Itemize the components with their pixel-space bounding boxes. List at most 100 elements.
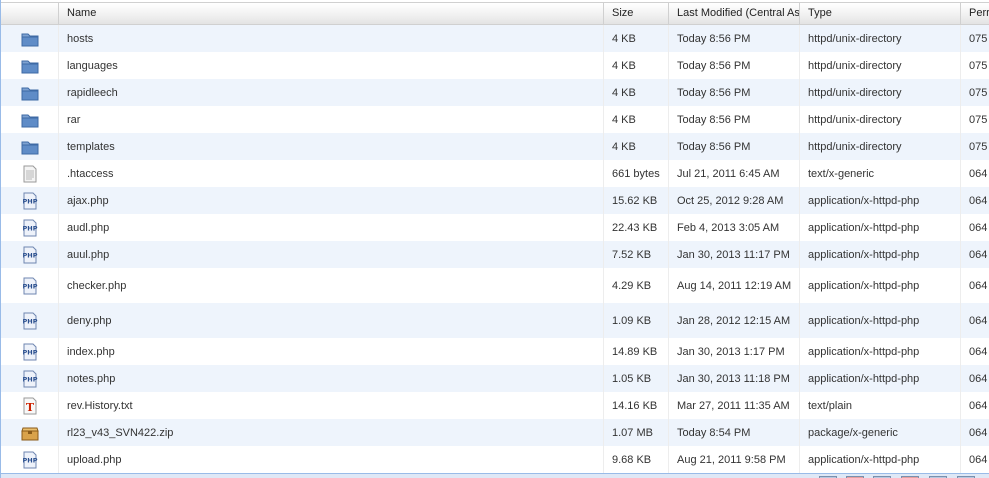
file-permissions: 064 [969, 221, 988, 234]
file-name[interactable]: checker.php [59, 268, 604, 303]
file-type: application/x-httpd-php [800, 214, 961, 241]
file-name[interactable]: deny.php [59, 303, 604, 338]
table-row[interactable]: templates 4 KB Today 8:56 PM httpd/unix-dir… [1, 133, 989, 160]
file-modified: Oct 25, 2012 9:28 AM [669, 187, 800, 214]
table-row[interactable]: PHP auul.php 7.52 KB Jan 30, 2013 11:17 PM a… [1, 241, 989, 268]
file-type: application/x-httpd-php [800, 268, 961, 303]
table-row[interactable]: PHP index.php 14.89 KB Jan 30, 2013 1:17 PM… [1, 338, 989, 365]
file-permissions: 075 [969, 113, 988, 126]
file-name[interactable]: languages [59, 52, 604, 79]
table-row[interactable]: PHP ajax.php 15.62 KB Oct 25, 2012 9:28 AM a… [1, 187, 989, 214]
file-size: 15.62 KB [604, 187, 669, 214]
file-modified: Today 8:56 PM [669, 79, 800, 106]
table-row[interactable]: Trev.History.txt 14.16 KB Mar 27, 2011 11:… [1, 392, 989, 419]
header-icon-column[interactable] [1, 3, 59, 24]
header-type[interactable]: Type [800, 3, 961, 24]
file-size: 4 KB [604, 106, 669, 133]
table-row[interactable]: rapidleech 4 KB Today 8:56 PM httpd/unix-di… [1, 79, 989, 106]
file-size: 4 KB [604, 25, 669, 52]
table-row[interactable]: PHP checker.php 4.29 KB Aug 14, 2011 12:19 … [1, 268, 989, 303]
file-permissions: 064 [969, 248, 988, 261]
table-row[interactable]: PHP deny.php 1.09 KB Jan 28, 2012 12:15 AM a… [1, 303, 989, 338]
file-type: httpd/unix-directory [800, 52, 961, 79]
file-name[interactable]: rapidleech [59, 79, 604, 106]
file-modified: Jan 30, 2013 11:17 PM [669, 241, 800, 268]
php-file-icon: PHP [1, 268, 59, 303]
file-modified: Aug 14, 2011 12:19 AM [669, 268, 800, 303]
generic-file-icon [1, 160, 59, 187]
file-name[interactable]: auul.php [59, 241, 604, 268]
file-modified: Today 8:56 PM [669, 52, 800, 79]
php-file-icon: PHP [1, 303, 59, 338]
file-size: 4 KB [604, 52, 669, 79]
table-row[interactable]: PHP notes.php 1.05 KB Jan 30, 2013 11:18 PM… [1, 365, 989, 392]
file-modified: Jul 21, 2011 6:45 AM [669, 160, 800, 187]
file-permissions: 064 [969, 345, 988, 358]
file-name[interactable]: .htaccess [59, 160, 604, 187]
file-modified: Feb 4, 2013 3:05 AM [669, 214, 800, 241]
file-permissions: 064 [969, 453, 988, 466]
file-size: 4 KB [604, 79, 669, 106]
file-size: 22.43 KB [604, 214, 669, 241]
table-row[interactable]: languages 4 KB Today 8:56 PM httpd/unix-dir… [1, 52, 989, 79]
table-row[interactable]: PHP upload.php 9.68 KB Aug 21, 2011 9:58 PM… [1, 446, 989, 473]
file-name[interactable]: upload.php [59, 446, 604, 473]
file-modified: Aug 21, 2011 9:58 PM [669, 446, 800, 473]
file-name[interactable]: rl23_v43_SVN422.zip [59, 419, 604, 446]
file-permissions: 064 [969, 167, 988, 180]
file-modified: Jan 30, 2013 11:18 PM [669, 365, 800, 392]
table-row[interactable]: hosts 4 KB Today 8:56 PM httpd/unix-directo… [1, 25, 989, 52]
file-modified: Today 8:54 PM [669, 419, 800, 446]
file-name[interactable]: index.php [59, 338, 604, 365]
file-modified: Today 8:56 PM [669, 106, 800, 133]
svg-text:PHP: PHP [22, 317, 37, 325]
file-type: application/x-httpd-php [800, 446, 961, 473]
file-type: application/x-httpd-php [800, 365, 961, 392]
php-file-icon: PHP [1, 187, 59, 214]
file-permissions: 064 [969, 194, 988, 207]
file-permissions: 064 [969, 279, 988, 292]
file-permissions: 075 [969, 86, 988, 99]
file-size: 4 KB [604, 133, 669, 160]
file-modified: Jan 30, 2013 1:17 PM [669, 338, 800, 365]
php-file-icon: PHP [1, 214, 59, 241]
file-size: 4.29 KB [604, 268, 669, 303]
file-modified: Today 8:56 PM [669, 133, 800, 160]
file-permissions: 075 [969, 59, 988, 72]
file-type: httpd/unix-directory [800, 106, 961, 133]
file-type: text/x-generic [800, 160, 961, 187]
header-last-modified[interactable]: Last Modified (Central As [669, 3, 800, 24]
file-name[interactable]: ajax.php [59, 187, 604, 214]
file-type: application/x-httpd-php [800, 338, 961, 365]
table-row[interactable]: rar 4 KB Today 8:56 PM httpd/unix-directory… [1, 106, 989, 133]
file-name[interactable]: hosts [59, 25, 604, 52]
header-size[interactable]: Size [604, 3, 669, 24]
table-row[interactable]: PHP audl.php 22.43 KB Feb 4, 2013 3:05 AM ap… [1, 214, 989, 241]
file-modified: Mar 27, 2011 11:35 AM [669, 392, 800, 419]
file-name[interactable]: rev.History.txt [59, 392, 604, 419]
file-permissions: 064 [969, 426, 988, 439]
file-name[interactable]: rar [59, 106, 604, 133]
svg-text:T: T [25, 401, 34, 414]
file-size: 14.89 KB [604, 338, 669, 365]
table-row[interactable]: .htaccess 661 bytes Jul 21, 2011 6:45 AM te… [1, 160, 989, 187]
file-modified: Jan 28, 2012 12:15 AM [669, 303, 800, 338]
file-list-grid: Name Size Last Modified (Central As Type… [0, 0, 989, 478]
text-file-icon: T [1, 392, 59, 419]
file-type: application/x-httpd-php [800, 241, 961, 268]
folder-icon [1, 25, 59, 52]
svg-text:PHP: PHP [22, 224, 37, 232]
file-name[interactable]: audl.php [59, 214, 604, 241]
file-size: 1.09 KB [604, 303, 669, 338]
file-permissions: 064 [969, 314, 988, 327]
file-name[interactable]: notes.php [59, 365, 604, 392]
file-name[interactable]: templates [59, 133, 604, 160]
header-name[interactable]: Name [59, 3, 604, 24]
file-modified: Today 8:56 PM [669, 25, 800, 52]
svg-text:PHP: PHP [22, 197, 37, 205]
header-permissions[interactable]: Perr [961, 3, 989, 24]
php-file-icon: PHP [1, 365, 59, 392]
package-icon [1, 419, 59, 446]
php-file-icon: PHP [1, 446, 59, 473]
table-row[interactable]: rl23_v43_SVN422.zip 1.07 MB Today 8:54 PM p… [1, 419, 989, 446]
